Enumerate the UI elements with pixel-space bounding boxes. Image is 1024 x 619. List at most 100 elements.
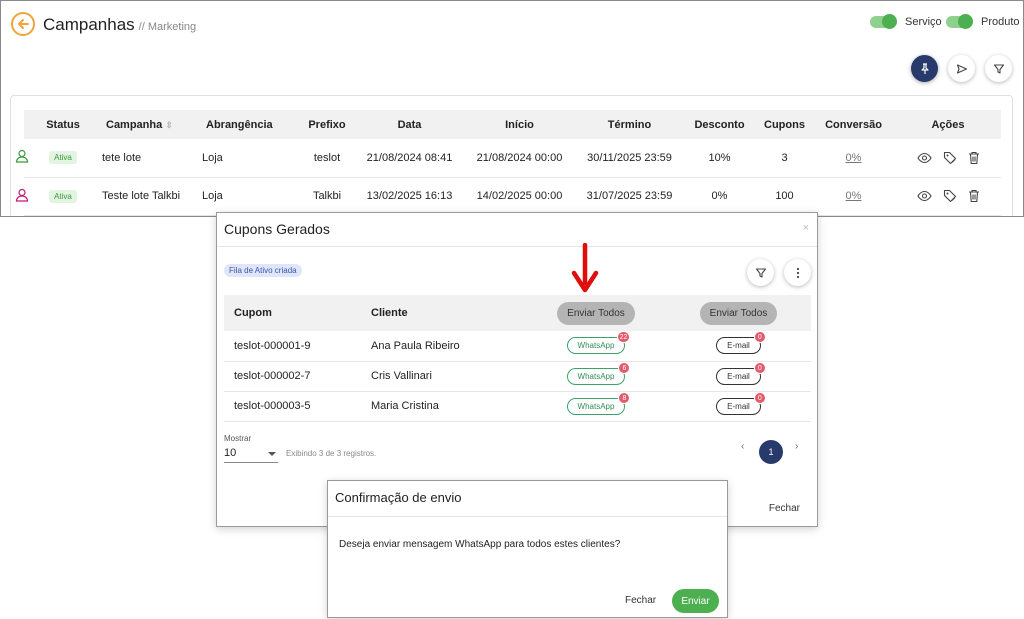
whatsapp-send-button[interactable]: WhatsApp 22 xyxy=(566,331,631,355)
col-status[interactable]: Status xyxy=(24,110,102,139)
desconto-cell: 10% xyxy=(682,139,757,178)
send-all-email-button[interactable]: Enviar Todos xyxy=(699,301,778,325)
cupom-cell: teslot-000001-9 xyxy=(224,331,361,362)
produto-switch[interactable] xyxy=(946,14,973,29)
email-cell: E-mail 0 xyxy=(666,391,811,422)
back-button[interactable] xyxy=(11,12,35,36)
coupons-filter-button[interactable] xyxy=(747,259,774,286)
col-cliente[interactable]: Cliente xyxy=(361,295,526,331)
prefixo-cell: teslot xyxy=(297,139,357,178)
campaigns-window: Campanhas// Marketing Serviço Produto St… xyxy=(0,0,1024,217)
whatsapp-send-button[interactable]: WhatsApp 6 xyxy=(566,361,631,385)
col-data[interactable]: Data xyxy=(357,110,462,139)
page-size-select[interactable]: 10 xyxy=(224,447,278,463)
data-cell: 13/02/2025 16:13 xyxy=(357,177,462,216)
data-cell: 21/08/2024 08:41 xyxy=(357,139,462,178)
filter-button[interactable] xyxy=(985,55,1012,82)
whatsapp-send-button[interactable]: WhatsApp 8 xyxy=(566,391,631,415)
col-termino[interactable]: Término xyxy=(577,110,682,139)
trash-icon[interactable] xyxy=(968,151,980,165)
email-cell: E-mail 0 xyxy=(666,331,811,362)
status-badge: Ativa xyxy=(49,151,77,165)
coupons-header-row: Cupom Cliente Enviar Todos Enviar Todos xyxy=(224,295,811,331)
termino-cell: 30/11/2025 23:59 xyxy=(577,139,682,178)
cupom-cell: teslot-000003-5 xyxy=(224,391,361,422)
queue-status-badge: Fila de Ativo criada xyxy=(224,264,302,277)
screen: Campanhas// Marketing Serviço Produto St… xyxy=(0,0,1024,619)
col-campanha-label: Campanha xyxy=(106,118,163,131)
desconto-cell: 0% xyxy=(682,177,757,216)
pager-current-page[interactable]: 1 xyxy=(759,440,783,464)
page-title-text: Campanhas xyxy=(43,15,135,34)
col-cupons[interactable]: Cupons xyxy=(757,110,812,139)
email-label: E-mail xyxy=(727,341,750,351)
eye-icon[interactable] xyxy=(916,152,932,164)
confirm-dialog: Confirmação de envio Deseja enviar mensa… xyxy=(327,480,728,618)
pager-prev-button[interactable]: ‹ xyxy=(741,441,744,452)
whatsapp-cell: WhatsApp 6 xyxy=(526,361,666,392)
email-send-button[interactable]: E-mail 0 xyxy=(716,331,766,355)
pin-button[interactable] xyxy=(911,55,938,82)
cupons-cell: 100 xyxy=(757,177,812,216)
breadcrumb: // Marketing xyxy=(138,21,197,33)
whatsapp-label: WhatsApp xyxy=(577,341,615,351)
col-conversao[interactable]: Conversão xyxy=(812,110,895,139)
termino-cell: 31/07/2025 23:59 xyxy=(577,177,682,216)
conversao-link[interactable]: 0% xyxy=(846,190,862,202)
col-abrangencia[interactable]: Abrangência xyxy=(202,110,297,139)
col-campanha[interactable]: Campanha ⇕ xyxy=(102,110,202,139)
page-size-label: Mostrar xyxy=(224,434,252,443)
coupons-more-button[interactable] xyxy=(784,259,811,286)
email-send-button[interactable]: E-mail 0 xyxy=(716,391,766,415)
whatsapp-count-badge: 22 xyxy=(616,331,631,344)
cupons-cell: 3 xyxy=(757,139,812,178)
email-send-button[interactable]: E-mail 0 xyxy=(716,361,766,385)
servico-switch[interactable] xyxy=(870,14,897,29)
eye-icon[interactable] xyxy=(916,190,932,202)
coupons-dialog-title: Cupons Gerados xyxy=(224,221,330,237)
table-row[interactable]: Ativa Teste lote Talkbi Loja Talkbi 13/0… xyxy=(15,177,1001,216)
conversao-cell: 0% xyxy=(812,177,895,216)
col-prefixo[interactable]: Prefixo xyxy=(297,110,357,139)
toggle-servico-label: Serviço xyxy=(905,16,942,28)
send-button[interactable] xyxy=(948,55,975,82)
cupom-cell: teslot-000002-7 xyxy=(224,361,361,392)
conversao-cell: 0% xyxy=(812,139,895,178)
coupons-close-button[interactable]: Fechar xyxy=(769,503,800,514)
user-icon xyxy=(15,149,29,163)
table-row[interactable]: Ativa tete lote Loja teslot 21/08/2024 0… xyxy=(15,139,1001,178)
toggle-produto[interactable]: Produto xyxy=(946,14,1020,29)
status-badge: Ativa xyxy=(49,189,77,203)
more-vertical-icon xyxy=(796,267,799,278)
toggle-servico[interactable]: Serviço xyxy=(870,14,942,29)
campaigns-header-row: Status Campanha ⇕ Abrangência Prefixo Da… xyxy=(24,110,1001,139)
pager-next-button[interactable]: › xyxy=(795,441,798,452)
confirm-dialog-header: Confirmação de envio xyxy=(328,481,727,517)
page-size-value: 10 xyxy=(224,447,237,459)
table-row: teslot-000003-5 Maria Cristina WhatsApp 8… xyxy=(224,391,811,422)
col-desconto[interactable]: Desconto xyxy=(682,110,757,139)
campanha-cell: tete lote xyxy=(102,139,202,178)
campanha-cell: Teste lote Talkbi xyxy=(102,177,202,216)
send-all-whatsapp-button[interactable]: Enviar Todos xyxy=(557,301,635,325)
email-count-badge: 0 xyxy=(753,331,766,344)
prefixo-cell: Talkbi xyxy=(297,177,357,216)
user-icon xyxy=(15,188,29,202)
confirm-dialog-title: Confirmação de envio xyxy=(335,490,462,505)
caret-down-icon xyxy=(268,452,276,456)
conversao-link[interactable]: 0% xyxy=(846,152,862,164)
col-cupom[interactable]: Cupom xyxy=(224,295,361,331)
filter-icon xyxy=(993,63,1004,74)
records-info: Exibindo 3 de 3 registros. xyxy=(286,449,377,458)
close-icon[interactable]: × xyxy=(803,222,809,234)
actions-cell xyxy=(895,139,1001,178)
cliente-cell: Ana Paula Ribeiro xyxy=(361,331,526,362)
tag-icon[interactable] xyxy=(943,189,957,203)
campaigns-table: Status Campanha ⇕ Abrangência Prefixo Da… xyxy=(15,110,1001,216)
tag-icon[interactable] xyxy=(943,151,957,165)
col-inicio[interactable]: Início xyxy=(462,110,577,139)
trash-icon[interactable] xyxy=(968,189,980,203)
coupons-table: Cupom Cliente Enviar Todos Enviar Todos … xyxy=(224,295,811,422)
confirm-close-button[interactable]: Fechar xyxy=(625,595,656,606)
confirm-send-button[interactable]: Enviar xyxy=(672,589,719,613)
